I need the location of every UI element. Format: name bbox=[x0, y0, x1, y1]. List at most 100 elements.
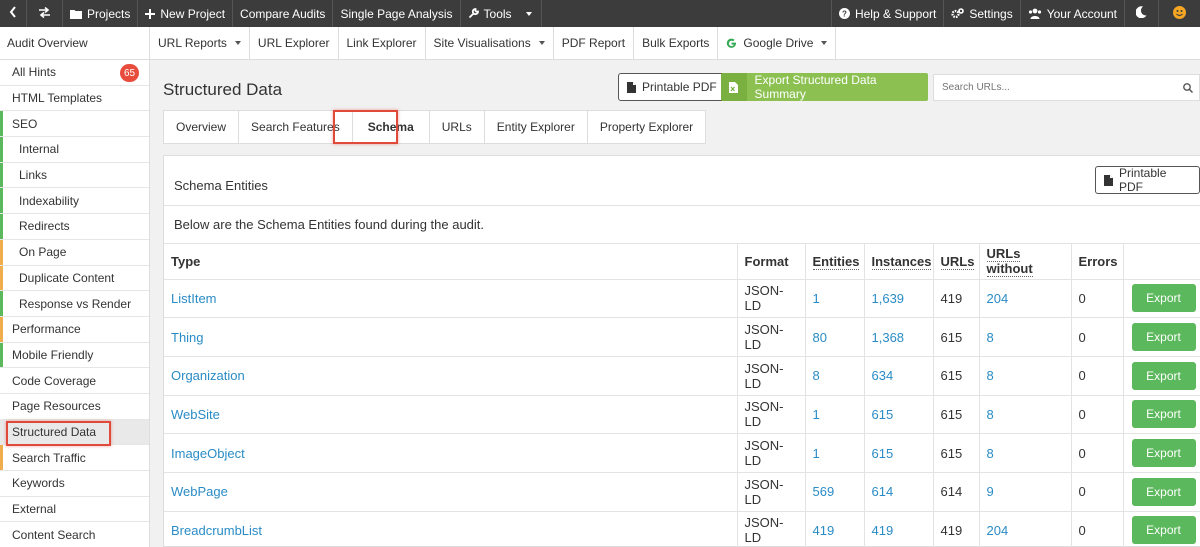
errors-cell: 0 bbox=[1071, 279, 1124, 319]
sidebar-item-mobile-friendly[interactable]: Mobile Friendly bbox=[0, 342, 149, 369]
sidebar-item-indexability[interactable]: Indexability bbox=[0, 188, 149, 215]
entities-link[interactable]: 1 bbox=[805, 395, 865, 435]
sidebar-item-structured-data[interactable]: Structured Data bbox=[0, 419, 149, 446]
settings-button[interactable]: Settings bbox=[943, 0, 1019, 27]
sidebar-item-internal[interactable]: Internal bbox=[0, 137, 149, 163]
urls-without-link[interactable]: 8 bbox=[979, 356, 1072, 396]
sidebar-item-external[interactable]: External bbox=[0, 497, 149, 523]
col-entities[interactable]: Entities bbox=[805, 244, 865, 280]
entity-type-link[interactable]: ImageObject bbox=[164, 433, 738, 473]
tools-dropdown[interactable]: Tools bbox=[461, 0, 542, 27]
entities-link[interactable]: 1 bbox=[805, 279, 865, 319]
export-button[interactable]: Export bbox=[1131, 400, 1196, 429]
urls-without-link[interactable]: 8 bbox=[979, 317, 1072, 357]
tab-label: Search Features bbox=[251, 120, 340, 134]
tab-entity-explorer[interactable]: Entity Explorer bbox=[484, 110, 588, 144]
tab-urls[interactable]: URLs bbox=[429, 110, 485, 144]
url-reports-dropdown[interactable]: URL Reports bbox=[150, 27, 250, 59]
sidebar-item-label: SEO bbox=[12, 116, 38, 131]
sidebar-item-on-page[interactable]: On Page bbox=[0, 239, 149, 266]
entities-link[interactable]: 8 bbox=[805, 356, 865, 396]
site-visualisations-dropdown[interactable]: Site Visualisations bbox=[426, 27, 554, 59]
search-icon[interactable] bbox=[1177, 82, 1199, 93]
sidebar-item-duplicate-content[interactable]: Duplicate Content bbox=[0, 265, 149, 292]
compare-audits-button[interactable]: Compare Audits bbox=[233, 0, 334, 27]
sidebar-item-performance[interactable]: Performance bbox=[0, 316, 149, 343]
entity-type-link[interactable]: WebSite bbox=[164, 395, 738, 435]
sidebar-item-code-coverage[interactable]: Code Coverage bbox=[0, 368, 149, 394]
entities-link[interactable]: 1 bbox=[805, 433, 865, 473]
urls-without-link[interactable]: 8 bbox=[979, 395, 1072, 435]
sidebar-item-html-templates[interactable]: HTML Templates bbox=[0, 86, 149, 112]
export-button[interactable]: Export bbox=[1131, 323, 1196, 352]
instances-link[interactable]: 615 bbox=[864, 433, 934, 473]
col-urls-without[interactable]: URLs without bbox=[979, 244, 1072, 280]
user-avatar-button[interactable] bbox=[1158, 0, 1200, 27]
sidebar-item-all-hints[interactable]: All Hints 65 bbox=[0, 60, 149, 86]
help-support-button[interactable]: ? Help & Support bbox=[830, 0, 943, 27]
urls-without-link[interactable]: 9 bbox=[979, 472, 1072, 512]
urls-without-link[interactable]: 204 bbox=[979, 279, 1072, 319]
google-drive-dropdown[interactable]: Google Drive bbox=[718, 27, 837, 59]
entities-link[interactable]: 419 bbox=[805, 511, 865, 547]
instances-link[interactable]: 419 bbox=[864, 511, 934, 547]
instances-link[interactable]: 614 bbox=[864, 472, 934, 512]
tab-schema[interactable]: Schema bbox=[352, 110, 430, 144]
instances-link[interactable]: 1,368 bbox=[864, 317, 934, 357]
bulk-exports-label: Bulk Exports bbox=[642, 36, 710, 50]
entity-type-link[interactable]: ListItem bbox=[164, 279, 738, 319]
export-structured-data-summary-button[interactable]: Export Structured Data Summary bbox=[721, 73, 928, 101]
smiley-icon bbox=[1173, 5, 1186, 22]
col-errors[interactable]: Errors bbox=[1071, 244, 1124, 280]
panel-printable-pdf-button[interactable]: Printable PDF bbox=[1095, 166, 1200, 194]
instances-link[interactable]: 615 bbox=[864, 395, 934, 435]
col-instances[interactable]: Instances bbox=[864, 244, 934, 280]
entity-type-link[interactable]: WebPage bbox=[164, 472, 738, 512]
your-account-button[interactable]: Your Account bbox=[1019, 0, 1124, 27]
single-page-analysis-button[interactable]: Single Page Analysis bbox=[333, 0, 461, 27]
sidebar-item-links[interactable]: Links bbox=[0, 162, 149, 189]
instances-link[interactable]: 634 bbox=[864, 356, 934, 396]
tab-property-explorer[interactable]: Property Explorer bbox=[587, 110, 707, 144]
col-type[interactable]: Type bbox=[164, 244, 738, 280]
bulk-exports-link[interactable]: Bulk Exports bbox=[634, 27, 719, 59]
entities-link[interactable]: 80 bbox=[805, 317, 865, 357]
sidebar-item-seo[interactable]: SEO bbox=[0, 111, 149, 138]
export-button[interactable]: Export bbox=[1131, 361, 1196, 390]
tab-label: URLs bbox=[441, 120, 472, 134]
projects-button[interactable]: Projects bbox=[63, 0, 139, 27]
sidebar-item-response-vs-render[interactable]: Response vs Render bbox=[0, 291, 149, 317]
urls-without-link[interactable]: 8 bbox=[979, 433, 1072, 473]
entity-type-link[interactable]: Organization bbox=[164, 356, 738, 396]
google-icon bbox=[726, 38, 737, 49]
pdf-report-link[interactable]: PDF Report bbox=[554, 27, 635, 59]
url-explorer-link[interactable]: URL Explorer bbox=[250, 27, 339, 59]
sidebar-item-content-search[interactable]: Content Search bbox=[0, 522, 149, 547]
tab-overview[interactable]: Overview bbox=[163, 110, 240, 144]
export-button[interactable]: Export bbox=[1131, 284, 1196, 313]
printable-pdf-button[interactable]: Printable PDF bbox=[618, 73, 726, 101]
entity-type-link[interactable]: Thing bbox=[164, 317, 738, 357]
dark-mode-toggle[interactable] bbox=[1124, 0, 1158, 27]
sidebar-item-search-traffic[interactable]: Search Traffic bbox=[0, 445, 149, 471]
col-urls[interactable]: URLs bbox=[933, 244, 980, 280]
back-button[interactable] bbox=[0, 0, 27, 27]
entities-link[interactable]: 569 bbox=[805, 472, 865, 512]
sidebar-item-page-resources[interactable]: Page Resources bbox=[0, 394, 149, 420]
sidebar-item-keywords[interactable]: Keywords bbox=[0, 471, 149, 497]
new-project-button[interactable]: New Project bbox=[138, 0, 234, 27]
entity-type-link[interactable]: BreadcrumbList bbox=[164, 511, 738, 547]
search-input[interactable] bbox=[934, 75, 1177, 100]
tab-search-features[interactable]: Search Features bbox=[239, 110, 353, 144]
urls-without-link[interactable]: 204 bbox=[979, 511, 1072, 547]
top-navbar: Projects New Project Compare Audits Sing… bbox=[0, 0, 1200, 27]
sidebar-item-redirects[interactable]: Redirects bbox=[0, 214, 149, 240]
export-button[interactable]: Export bbox=[1131, 516, 1196, 545]
export-button[interactable]: Export bbox=[1131, 477, 1196, 506]
audit-overview-link[interactable]: Audit Overview bbox=[0, 27, 150, 59]
link-explorer-link[interactable]: Link Explorer bbox=[339, 27, 426, 59]
instances-link[interactable]: 1,639 bbox=[864, 279, 934, 319]
switch-button[interactable] bbox=[27, 0, 63, 27]
col-format[interactable]: Format bbox=[737, 244, 806, 280]
export-button[interactable]: Export bbox=[1131, 439, 1196, 468]
